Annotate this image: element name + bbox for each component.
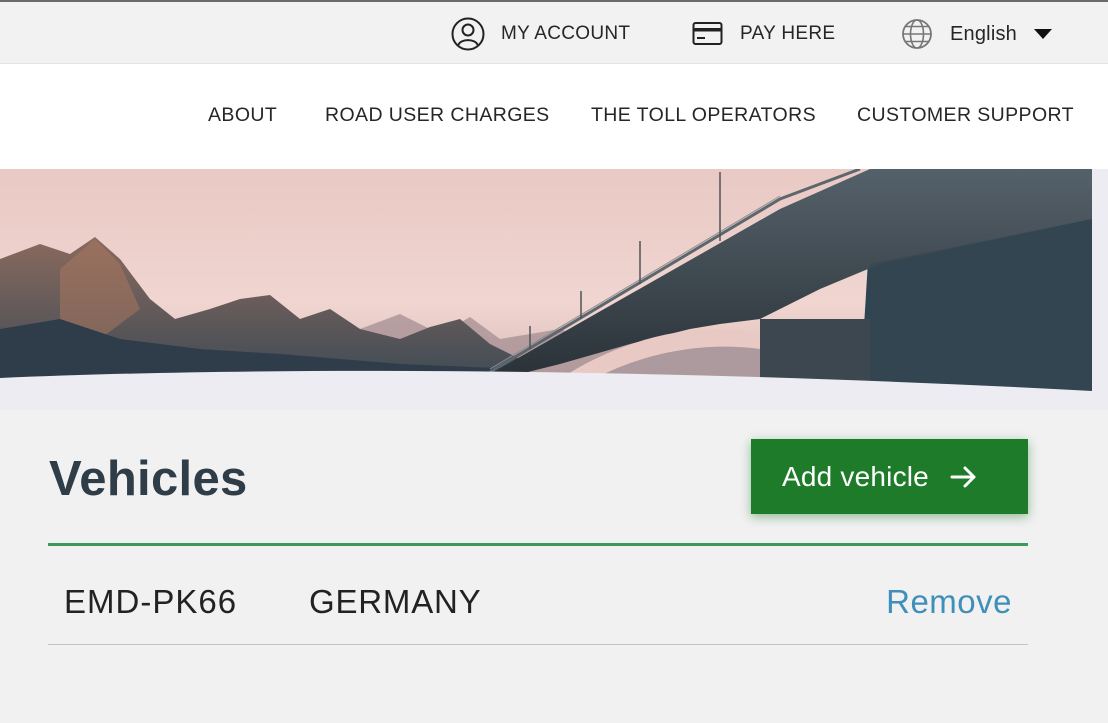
utility-bar: MY ACCOUNT PAY HERE English: [0, 0, 1108, 64]
pay-here-link[interactable]: PAY HERE: [692, 16, 835, 52]
globe-icon: [900, 17, 934, 51]
vehicle-plate: EMD-PK66: [64, 583, 238, 620]
main-navigation: ABOUT ROAD USER CHARGES THE TOLL OPERATO…: [0, 64, 1108, 169]
credit-card-icon: [692, 21, 724, 47]
my-account-label: MY ACCOUNT: [501, 23, 631, 44]
vehicle-row: EMD-PK66 GERMANY Remove: [48, 546, 1028, 645]
language-selector[interactable]: English: [900, 16, 1052, 52]
page-title: Vehicles: [49, 452, 248, 506]
arrow-right-icon: [950, 465, 978, 489]
language-label: English: [950, 22, 1017, 45]
remove-vehicle-link[interactable]: Remove: [886, 583, 1012, 621]
my-account-link[interactable]: MY ACCOUNT: [451, 16, 630, 52]
user-circle-icon: [451, 17, 485, 51]
nav-item-customer-support[interactable]: CUSTOMER SUPPORT: [857, 104, 1074, 127]
caret-down-icon: [1034, 28, 1052, 40]
hero-banner: [0, 169, 1108, 410]
bridge-mountain-image: [0, 169, 1108, 410]
add-vehicle-button[interactable]: Add vehicle: [751, 439, 1028, 514]
nav-item-toll-operators[interactable]: THE TOLL OPERATORS: [591, 104, 816, 127]
nav-item-road-user-charges[interactable]: ROAD USER CHARGES: [325, 104, 550, 127]
pay-here-label: PAY HERE: [740, 23, 836, 44]
vehicle-country: GERMANY: [309, 583, 482, 620]
nav-item-about[interactable]: ABOUT: [208, 104, 277, 127]
add-vehicle-label: Add vehicle: [782, 460, 929, 492]
